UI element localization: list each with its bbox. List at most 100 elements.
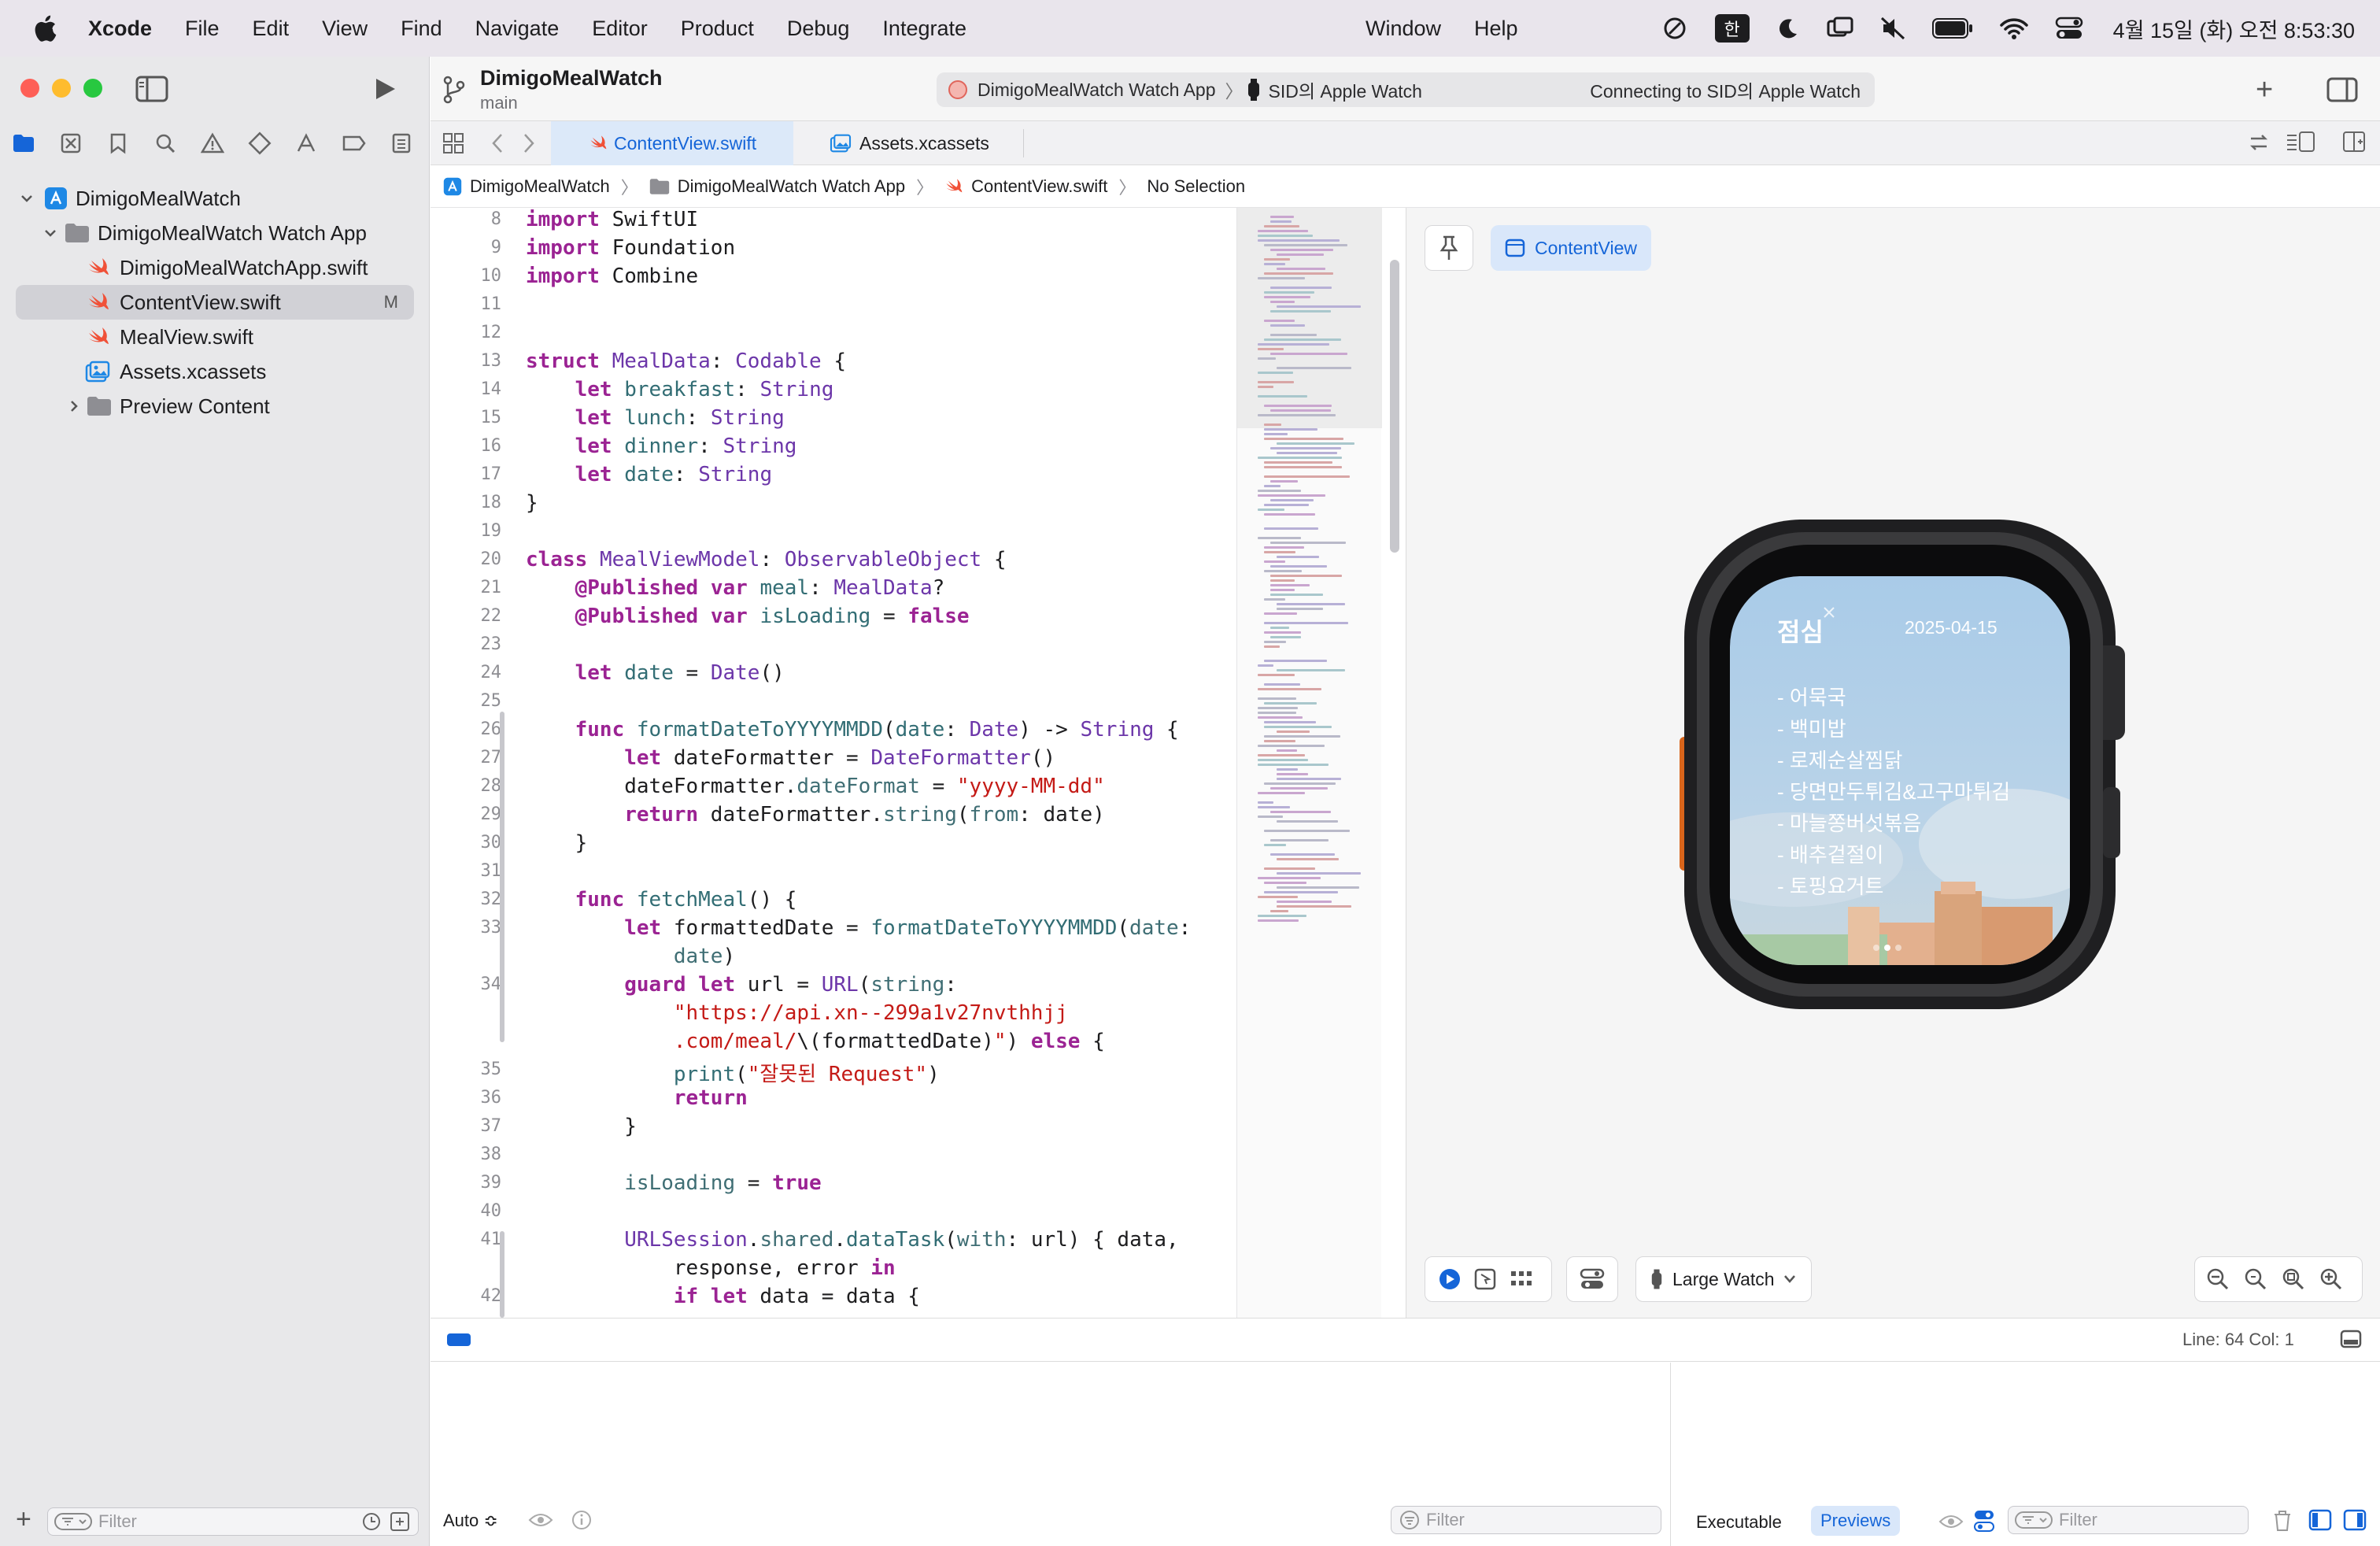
menu-find[interactable]: Find [401, 17, 442, 41]
issue-navigator-icon[interactable] [201, 132, 224, 154]
zoom-actual-icon[interactable] [2244, 1267, 2267, 1291]
chevron-down-icon[interactable] [19, 190, 35, 206]
window-close-button[interactable] [20, 79, 39, 98]
add-editor-icon[interactable] [2342, 131, 2366, 153]
hide-debug-area-icon[interactable] [2340, 1328, 2362, 1350]
breadcrumb-folder[interactable]: DimigoMealWatch Watch App [649, 176, 905, 197]
battery-icon[interactable] [1931, 18, 1973, 39]
selectable-mode-icon[interactable] [1474, 1268, 1496, 1290]
menu-app-name[interactable]: Xcode [88, 17, 152, 41]
menu-integrate[interactable]: Integrate [882, 17, 966, 41]
instruments-icon[interactable] [1661, 15, 1688, 42]
code-fold-ribbon[interactable] [500, 712, 504, 1042]
bookmark-navigator-icon[interactable] [109, 132, 127, 154]
library-button[interactable]: + [2256, 75, 2273, 105]
canvas-device-settings-button[interactable] [1566, 1256, 1618, 1302]
minimap[interactable] [1236, 208, 1382, 1318]
breadcrumb-project[interactable]: DimigoMealWatch [443, 176, 610, 197]
console-filter-field[interactable]: Filter [2008, 1506, 2249, 1534]
zoom-fit-icon[interactable] [2282, 1267, 2305, 1291]
source-control-navigator-icon[interactable] [60, 132, 82, 154]
tree-row-app-swift[interactable]: DimigoMealWatchApp.swift [0, 250, 430, 285]
breadcrumb-file[interactable]: ContentView.swift [944, 176, 1107, 197]
zoom-out-icon[interactable] [2206, 1267, 2230, 1291]
show-variables-icon[interactable] [2308, 1509, 2332, 1531]
window-minimize-button[interactable] [52, 79, 71, 98]
tree-row-preview-content[interactable]: Preview Content [0, 389, 430, 423]
tree-row-contentview-swift[interactable]: ContentView.swift M [16, 285, 414, 320]
console-previews-tab[interactable]: Previews [1811, 1506, 1901, 1536]
pin-preview-button[interactable] [1425, 225, 1473, 271]
menu-product[interactable]: Product [681, 17, 754, 41]
wifi-icon[interactable] [1999, 17, 2028, 39]
source-editor[interactable]: 8 9 10 11 12 13 14 15 16 17 18 19 20 21 22 23 24 25 26 27 28… [431, 208, 1236, 1318]
eye-icon[interactable] [528, 1511, 553, 1529]
scheme-target[interactable]: DimigoMealWatch Watch App [978, 80, 1216, 101]
editor-options-icon[interactable] [2286, 131, 2315, 153]
eye-icon[interactable] [1938, 1512, 1964, 1531]
add-file-button[interactable]: + [16, 1504, 31, 1535]
back-chevron-icon[interactable] [490, 132, 505, 154]
trash-icon[interactable] [2272, 1509, 2293, 1533]
screen-mirroring-icon[interactable] [1827, 17, 1853, 40]
debug-area-toggle-icon[interactable] [446, 1331, 471, 1348]
variants-grid-icon[interactable] [1510, 1270, 1532, 1289]
chevron-down-icon[interactable] [42, 225, 58, 241]
zoom-in-icon[interactable] [2319, 1267, 2343, 1291]
menu-window[interactable]: Window [1366, 17, 1441, 41]
show-console-icon[interactable] [2343, 1509, 2367, 1531]
related-items-icon[interactable] [442, 132, 464, 154]
debug-navigator-icon[interactable] [295, 132, 319, 154]
branch-name[interactable]: main [480, 93, 518, 113]
menu-edit[interactable]: Edit [253, 17, 290, 41]
preview-contentview-button[interactable]: ContentView [1491, 225, 1651, 271]
chevron-right-icon[interactable] [66, 398, 82, 414]
scheme-device[interactable]: SID의 Apple Watch [1269, 76, 1422, 103]
breakpoint-navigator-icon[interactable] [342, 135, 367, 152]
tab-contentview[interactable]: ContentView.swift [551, 121, 793, 165]
scheme-status-bar[interactable]: DimigoMealWatch Watch App 〉 SID의 Apple W… [937, 72, 1875, 107]
inspector-toggle-icon[interactable] [2326, 77, 2358, 102]
console-executable-tab[interactable]: Executable [1696, 1512, 1782, 1533]
apple-icon[interactable] [33, 15, 57, 42]
menu-view[interactable]: View [322, 17, 368, 41]
console-settings-icon[interactable] [1973, 1509, 1995, 1533]
tree-row-mealview-swift[interactable]: MealView.swift [0, 320, 430, 354]
tree-row-assets[interactable]: Assets.xcassets [0, 354, 430, 389]
test-navigator-icon[interactable] [248, 131, 272, 155]
editor-scrollbar[interactable] [1390, 260, 1399, 553]
mute-icon[interactable] [1880, 17, 1905, 40]
swap-editor-icon[interactable] [2248, 132, 2270, 153]
menu-editor[interactable]: Editor [592, 17, 648, 41]
recent-files-icon[interactable] [361, 1511, 382, 1532]
control-center-icon[interactable] [2055, 17, 2083, 40]
tab-assets[interactable]: Assets.xcassets [795, 121, 1023, 165]
forward-chevron-icon[interactable] [521, 132, 537, 154]
console-view[interactable]: Executable Previews Filter [1670, 1363, 2380, 1546]
navigator-filter-field[interactable]: Filter [47, 1507, 419, 1536]
source-control-filter-icon[interactable] [390, 1511, 410, 1532]
moon-icon[interactable] [1776, 17, 1800, 40]
run-button[interactable] [373, 77, 398, 101]
sidebar-toggle-icon[interactable] [135, 76, 168, 102]
folder-navigator-icon[interactable] [12, 133, 35, 153]
info-icon[interactable] [571, 1509, 593, 1531]
code-fold-ribbon[interactable] [500, 1231, 504, 1318]
variables-filter-field[interactable]: Filter [1391, 1506, 1661, 1534]
menu-debug[interactable]: Debug [787, 17, 850, 41]
menu-navigate[interactable]: Navigate [475, 17, 560, 41]
window-zoom-button[interactable] [83, 79, 102, 98]
report-navigator-icon[interactable] [391, 132, 412, 154]
menu-clock[interactable]: 4월 15일 (화) 오전 8:53:30 [2113, 13, 2355, 44]
variables-view[interactable]: Auto ≎ Filter [431, 1363, 1669, 1546]
tree-row-watch-app-folder[interactable]: DimigoMealWatch Watch App [0, 216, 430, 250]
menu-file[interactable]: File [185, 17, 220, 41]
find-navigator-icon[interactable] [154, 132, 176, 154]
input-method-indicator[interactable]: 한 [1714, 14, 1750, 43]
breadcrumb-selection[interactable]: No Selection [1147, 176, 1245, 197]
variables-scope-picker[interactable]: Auto ≎ [443, 1511, 498, 1531]
device-picker[interactable]: Large Watch [1635, 1256, 1812, 1302]
tree-row-project[interactable]: DimigoMealWatch [0, 181, 430, 216]
live-preview-icon[interactable] [1438, 1267, 1462, 1291]
menu-help[interactable]: Help [1474, 17, 1518, 41]
